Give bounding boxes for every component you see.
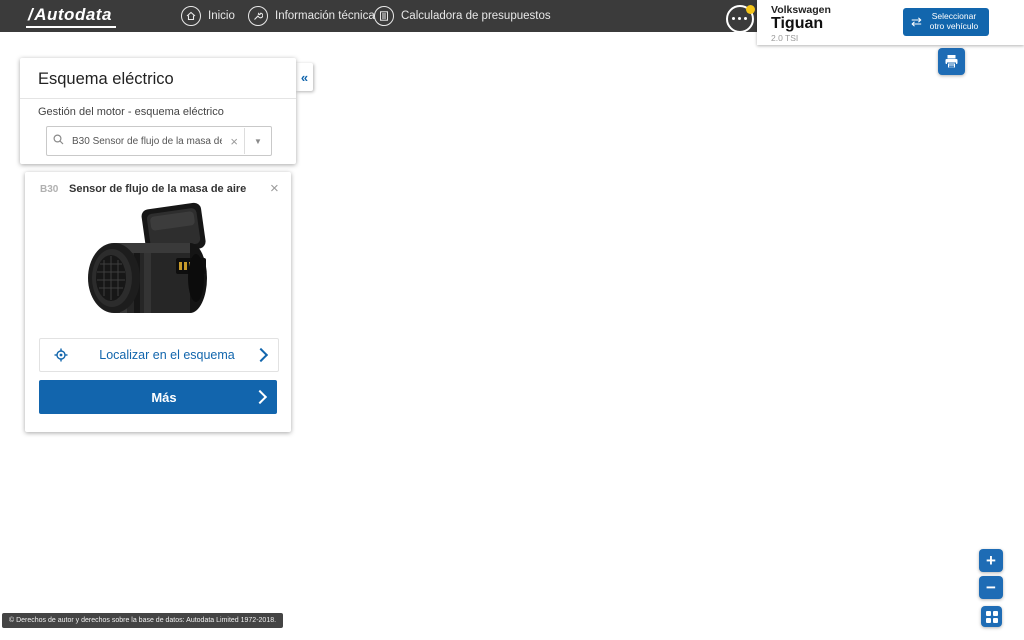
- more-label: Más: [73, 390, 255, 405]
- component-search-control: × ▼: [46, 126, 272, 156]
- dot-icon: [744, 17, 747, 20]
- select-other-vehicle-button[interactable]: ⇄ Seleccionar otro vehículo: [903, 8, 989, 36]
- search-icon: [47, 132, 70, 150]
- esquema-electrico-panel: Esquema eléctrico Gestión del motor - es…: [20, 58, 296, 164]
- panel-subtitle: Gestión del motor - esquema eléctrico: [38, 106, 224, 118]
- copyright-notice: © Derechos de autor y derechos sobre la …: [2, 613, 283, 628]
- vehicle-model: Tiguan: [771, 15, 823, 33]
- crosshair-icon: [40, 348, 78, 362]
- dropdown-chevron-icon[interactable]: ▼: [245, 137, 271, 146]
- locate-label: Localizar en el esquema: [78, 348, 256, 362]
- notification-dot: [746, 5, 755, 14]
- zoom-out-button[interactable]: −: [979, 576, 1003, 599]
- component-code: B30: [40, 184, 58, 195]
- component-detail-popup: B30 Sensor de flujo de la masa de aire ×…: [25, 172, 291, 432]
- clear-search-icon[interactable]: ×: [224, 134, 244, 149]
- nav-label: Calculadora de presupuestos: [401, 10, 551, 22]
- vehicle-engine: 2.0 TSI: [771, 33, 798, 43]
- nav-item-informacion-tecnica[interactable]: Información técnica: [248, 0, 375, 32]
- more-options-button[interactable]: [726, 5, 754, 33]
- vehicle-info-panel: Volkswagen Tiguan 2.0 TSI ⇄ Seleccionar …: [757, 0, 1024, 45]
- collapse-panel-button[interactable]: «: [296, 63, 313, 91]
- divider: [20, 98, 296, 99]
- more-button[interactable]: Más: [39, 380, 277, 414]
- locate-in-diagram-button[interactable]: Localizar en el esquema: [39, 338, 279, 372]
- search-input[interactable]: [70, 135, 224, 148]
- zoom-in-button[interactable]: +: [979, 549, 1003, 572]
- dot-icon: [738, 17, 741, 20]
- dot-icon: [732, 17, 735, 20]
- calculator-icon: [374, 6, 394, 26]
- autodata-logo[interactable]: /Autodata: [26, 5, 116, 28]
- chevron-right-icon: [254, 348, 268, 362]
- home-icon: [181, 6, 201, 26]
- close-icon[interactable]: ×: [270, 180, 279, 197]
- printer-icon: [944, 54, 959, 69]
- drag-handle-icon: [986, 611, 998, 623]
- chevron-right-icon: [253, 390, 267, 404]
- nav-item-inicio[interactable]: Inicio: [181, 0, 235, 32]
- swap-arrows-icon: ⇄: [911, 15, 922, 30]
- print-button[interactable]: [938, 48, 965, 75]
- logo-slash-icon: /: [28, 5, 33, 24]
- select-other-vehicle-label: Seleccionar otro vehículo: [927, 12, 981, 32]
- nav-label: Inicio: [208, 10, 235, 22]
- component-title: Sensor de flujo de la masa de aire: [69, 183, 246, 195]
- pan-move-button[interactable]: [981, 606, 1002, 627]
- panel-title: Esquema eléctrico: [38, 70, 174, 89]
- wrench-icon: [248, 6, 268, 26]
- maf-sensor-image: [73, 202, 243, 332]
- nav-item-calculadora[interactable]: Calculadora de presupuestos: [374, 0, 551, 32]
- nav-label: Información técnica: [275, 10, 375, 22]
